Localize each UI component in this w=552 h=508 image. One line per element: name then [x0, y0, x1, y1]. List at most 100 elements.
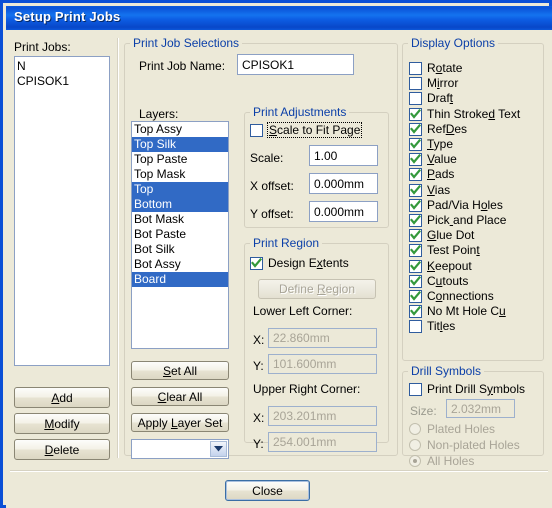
layer-list-item[interactable]: Bot Assy: [132, 257, 228, 272]
layer-list-item[interactable]: Top Silk: [132, 137, 228, 152]
add-button[interactable]: Add: [14, 387, 110, 408]
display-option-label: Cutouts: [427, 274, 469, 288]
layer-list-item[interactable]: Bottom: [132, 197, 228, 212]
checkbox-unchecked-icon: [409, 382, 422, 396]
checkbox-checked-icon: [409, 243, 422, 257]
add-button-label: Add: [51, 390, 73, 405]
print-drill-symbols-label: Print Drill Symbols: [427, 382, 526, 396]
display-option-checkbox[interactable]: Thin Stroked Text: [409, 107, 520, 121]
display-option-checkbox[interactable]: Test Point: [409, 243, 480, 257]
display-option-checkbox[interactable]: Rotate: [409, 61, 462, 75]
display-option-label: Draft: [427, 91, 454, 105]
print-drill-symbols-checkbox[interactable]: Print Drill Symbols: [409, 382, 525, 396]
window-frame: Setup Print Jobs Print Jobs: N CPISOK1 Ad…: [0, 0, 552, 508]
drill-holes-radio-label: All Holes: [427, 454, 475, 468]
display-option-checkbox[interactable]: Pads: [409, 167, 454, 181]
display-option-checkbox[interactable]: Draft: [409, 91, 453, 105]
checkbox-checked-icon: [409, 274, 422, 288]
radio-dot: [413, 459, 417, 463]
print-jobs-label: Print Jobs:: [14, 40, 71, 54]
display-option-checkbox[interactable]: Pad/Via Holes: [409, 198, 503, 212]
display-option-checkbox[interactable]: Type: [409, 137, 453, 151]
apply-layer-set-button-label: Apply Layer Set: [137, 415, 223, 430]
footer-divider: [10, 470, 548, 472]
print-job-name-label: Print Job Name:: [139, 59, 226, 73]
print-jobs-listbox[interactable]: N CPISOK1: [14, 56, 110, 366]
drill-size-input: 2.032mm: [446, 399, 515, 418]
checkbox-checked-icon: [409, 152, 422, 166]
drill-holes-radio-label: Non-plated Holes: [427, 438, 520, 452]
ur-x-label: X:: [253, 411, 265, 425]
ll-x-label: X:: [253, 333, 265, 347]
display-option-checkbox[interactable]: Keepout: [409, 259, 472, 273]
layer-list-item[interactable]: Top Assy: [132, 122, 228, 137]
scale-to-fit-page-checkbox[interactable]: Scale to Fit Page: [250, 122, 363, 138]
layer-list-item[interactable]: Top Paste: [132, 152, 228, 167]
layer-list-item[interactable]: Board: [132, 272, 228, 287]
radio-selected-icon: [409, 455, 421, 467]
ur-y-input: 254.001mm: [268, 432, 377, 452]
layer-list-item[interactable]: Bot Paste: [132, 227, 228, 242]
close-button-label: Close: [252, 483, 283, 498]
chevron-down-icon[interactable]: [210, 441, 227, 457]
layer-list-item[interactable]: Top: [132, 182, 228, 197]
y-offset-label: Y offset:: [250, 207, 294, 221]
layers-label: Layers:: [139, 107, 179, 121]
close-button[interactable]: Close: [225, 480, 310, 501]
clear-all-button[interactable]: Clear All: [131, 387, 229, 406]
layers-listbox[interactable]: Top Assy Top Silk Top Paste Top Mask Top Bott…: [131, 121, 229, 349]
scale-input[interactable]: 1.00: [309, 145, 378, 166]
radio-unselected-icon: [409, 423, 421, 435]
title-bar[interactable]: Setup Print Jobs: [6, 6, 552, 30]
drill-holes-radio: Plated Holes: [409, 422, 495, 436]
drill-size-label: Size:: [410, 404, 437, 418]
set-all-button[interactable]: Set All: [131, 361, 229, 380]
checkbox-unchecked-icon: [409, 91, 422, 105]
apply-layer-set-button[interactable]: Apply Layer Set: [131, 413, 229, 432]
display-option-checkbox[interactable]: Mirror: [409, 76, 458, 90]
y-offset-input[interactable]: 0.000mm: [309, 201, 378, 222]
set-all-button-label: Set All: [162, 363, 198, 378]
display-option-checkbox[interactable]: RefDes: [409, 122, 467, 136]
display-option-checkbox[interactable]: Vias: [409, 183, 450, 197]
layer-set-combo[interactable]: [131, 439, 229, 459]
display-option-checkbox[interactable]: Pick and Place: [409, 213, 506, 227]
layer-list-item[interactable]: Top Mask: [132, 167, 228, 182]
design-extents-label: Design Extents: [268, 256, 349, 270]
checkbox-checked-icon: [409, 259, 422, 273]
print-job-list-item[interactable]: N: [15, 59, 109, 74]
modify-button[interactable]: Modify: [14, 413, 110, 434]
left-column-divider: [117, 38, 119, 458]
display-option-label: Glue Dot: [427, 228, 475, 242]
checkbox-checked-icon: [409, 289, 422, 303]
dialog-client-area: Print Jobs: N CPISOK1 Add Modify Delete P…: [6, 30, 552, 508]
dialog-setup-print-jobs: Setup Print Jobs Print Jobs: N CPISOK1 Ad…: [0, 0, 552, 508]
print-job-list-item[interactable]: CPISOK1: [15, 74, 109, 89]
print-adjustments-title: Print Adjustments: [250, 105, 350, 119]
checkbox-checked-icon: [409, 122, 422, 136]
print-job-name-input[interactable]: CPISOK1: [237, 54, 354, 75]
layer-list-item[interactable]: Bot Silk: [132, 242, 228, 257]
design-extents-checkbox[interactable]: Design Extents: [250, 256, 349, 270]
scale-label: Scale:: [250, 151, 284, 165]
display-option-checkbox[interactable]: Glue Dot: [409, 228, 474, 242]
display-option-checkbox[interactable]: Value: [409, 152, 457, 166]
display-option-checkbox[interactable]: Connections: [409, 289, 494, 303]
display-option-label: Type: [427, 137, 454, 151]
ur-y-label: Y:: [253, 437, 264, 451]
display-option-checkbox[interactable]: Titles: [409, 319, 455, 333]
checkbox-checked-icon: [409, 213, 422, 227]
delete-button[interactable]: Delete: [14, 439, 110, 460]
define-region-button: Define Region: [258, 279, 376, 299]
display-option-label: Pads: [427, 167, 455, 181]
x-offset-input[interactable]: 0.000mm: [309, 173, 378, 194]
upper-right-corner-label: Upper Right Corner:: [253, 382, 361, 396]
checkbox-checked-icon: [409, 304, 422, 318]
ur-x-input: 203.201mm: [268, 406, 377, 426]
layer-list-item[interactable]: Bot Mask: [132, 212, 228, 227]
delete-button-label: Delete: [44, 442, 80, 457]
display-option-checkbox[interactable]: No Mt Hole Cu: [409, 304, 506, 318]
x-offset-label: X offset:: [250, 179, 294, 193]
display-option-checkbox[interactable]: Cutouts: [409, 274, 468, 288]
ll-y-label: Y:: [253, 359, 264, 373]
